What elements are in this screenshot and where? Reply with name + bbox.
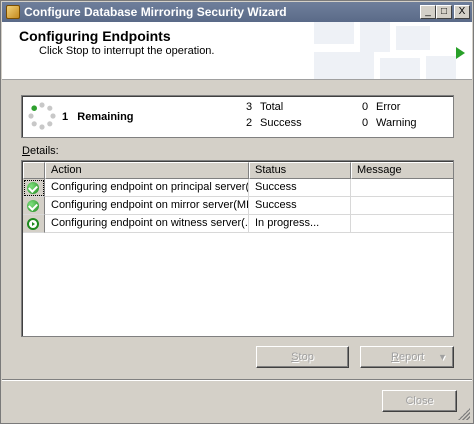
stop-button[interactable]: Stop [256, 346, 349, 368]
page-subtitle: Click Stop to interrupt the operation. [39, 45, 215, 57]
success-label: Success [260, 117, 302, 129]
warning-count: 0 [362, 117, 369, 129]
warning-label: Warning [376, 117, 417, 129]
total-label: Total [260, 101, 284, 113]
minimize-button[interactable]: _ [420, 5, 436, 19]
column-header-status[interactable]: Status [249, 162, 351, 179]
spinner-icon [28, 102, 56, 130]
header-banner: Configuring Endpoints Click Stop to inte… [2, 22, 472, 80]
in-progress-icon [27, 218, 39, 230]
banner-decoration [314, 22, 472, 79]
status-cell: In progress... [249, 215, 351, 233]
details-label-accel: D [22, 145, 30, 157]
action-cell: Configuring endpoint on principal server… [45, 179, 249, 197]
details-label-rest: etails: [29, 145, 59, 157]
title-bar: Configure Database Mirroring Security Wi… [2, 2, 472, 22]
remaining-count: 1 [62, 111, 69, 123]
details-grid[interactable]: Action Status Message Configuring endpoi… [21, 160, 454, 337]
table-row[interactable]: Configuring endpoint on witness server(.… [23, 215, 453, 233]
action-cell: Configuring endpoint on witness server(.… [45, 215, 249, 233]
row-icon-cell [23, 179, 45, 197]
maximize-button[interactable]: □ [436, 5, 452, 19]
column-header-icon[interactable] [23, 162, 45, 179]
close-button[interactable]: Close [382, 390, 457, 412]
success-icon [27, 182, 39, 194]
progress-summary: 1 Remaining 3 Total 2 Success 0 Error 0 … [21, 95, 454, 138]
play-arrow-icon [456, 47, 465, 59]
app-icon [6, 5, 20, 19]
remaining-summary: 1 Remaining [62, 111, 134, 123]
row-icon-cell [23, 215, 45, 233]
total-count: 3 [246, 101, 253, 113]
error-count: 0 [362, 101, 369, 113]
action-cell: Configuring endpoint on mirror server(MI… [45, 197, 249, 215]
report-label: eport [398, 351, 425, 363]
table-row[interactable]: Configuring endpoint on mirror server(MI… [23, 197, 453, 215]
status-cell: Success [249, 197, 351, 215]
stop-label: top [298, 351, 314, 363]
resize-grip-icon[interactable] [458, 408, 470, 420]
message-cell[interactable] [351, 179, 453, 197]
message-cell[interactable] [351, 197, 453, 215]
report-accel: R [391, 351, 399, 363]
remaining-label: Remaining [77, 111, 134, 123]
page-title: Configuring Endpoints [19, 28, 171, 44]
window-title: Configure Database Mirroring Security Wi… [24, 5, 287, 19]
column-header-message[interactable]: Message [351, 162, 453, 179]
row-icon-cell [23, 197, 45, 215]
details-label: Details: [22, 145, 59, 157]
status-cell: Success [249, 179, 351, 197]
dropdown-arrow-icon: ▼ [438, 352, 447, 362]
grid-header: Action Status Message [23, 162, 453, 179]
success-icon [27, 200, 39, 212]
report-button[interactable]: Report ▼ [360, 346, 454, 368]
stop-accel: S [291, 351, 299, 363]
error-label: Error [376, 101, 401, 113]
message-cell[interactable] [351, 215, 453, 233]
wizard-window: Configure Database Mirroring Security Wi… [0, 0, 474, 424]
close-window-button[interactable]: X [454, 5, 470, 19]
success-count: 2 [246, 117, 253, 129]
footer-separator [2, 379, 472, 381]
column-header-action[interactable]: Action [45, 162, 249, 179]
table-row[interactable]: Configuring endpoint on principal server… [23, 179, 453, 197]
